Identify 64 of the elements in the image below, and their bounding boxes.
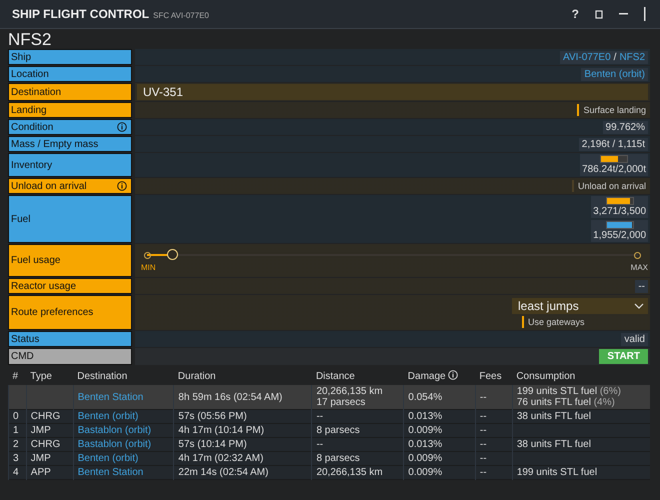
- route-row[interactable]: 4 APP Benten Station 22m 14s (02:54 AM) 20,266,135 km 0.009% -- 199 units STL fuel: [8, 466, 650, 480]
- route-row[interactable]: Benten Station 8h 59m 16s (02:54 AM) 20,266,135 km 17 parsecs 0.054% -- 199 units STL fuel (6%) 76 units FTL fuel (4%): [8, 385, 650, 410]
- link[interactable]: NFS2: [619, 52, 645, 62]
- route-row[interactable]: 1 JMP Bastablon (orbit) 4h 17m (10:14 PM) 8 parsecs 0.009% --: [8, 424, 650, 438]
- field-label: Status: [8, 331, 132, 347]
- route-dropdown[interactable]: least jumps: [512, 298, 648, 314]
- destination-link[interactable]: Bastablon (orbit): [78, 439, 152, 450]
- field-label: Destination: [8, 83, 132, 101]
- toggle[interactable]: Unload on arrival: [572, 180, 648, 192]
- field-label: Fuel usage: [8, 244, 132, 277]
- field-label: Mass / Empty mass: [8, 136, 132, 152]
- table-cell: 20,266,135 km: [312, 466, 404, 480]
- field-label: Condition: [8, 119, 132, 135]
- value-text: valid: [621, 332, 648, 346]
- destination-link[interactable]: Benten Station: [78, 392, 144, 402]
- toggle[interactable]: Use gateways: [522, 316, 648, 328]
- meter-reading: 3,271/3,500: [593, 206, 646, 217]
- value-text: --: [635, 280, 648, 292]
- field-label: Inventory: [8, 153, 132, 177]
- column-header: Type: [26, 367, 74, 385]
- column-header: Distance: [312, 367, 404, 385]
- field-label: Fuel: [8, 195, 132, 243]
- column-header: Consumption: [512, 367, 650, 385]
- table-cell: --: [475, 466, 512, 480]
- help-button[interactable]: ?: [566, 7, 585, 21]
- meter-reading: 1,955/2,000: [593, 230, 646, 241]
- table-cell: APP: [26, 466, 74, 480]
- slider-thumb[interactable]: [166, 249, 178, 260]
- value-text: 2,196t / 1,115t: [578, 138, 648, 150]
- value-text: 99.762%: [602, 120, 648, 134]
- column-header: Duration: [174, 367, 312, 385]
- table-cell: 0.009%: [404, 466, 476, 480]
- field-label: CMD: [8, 348, 132, 365]
- route-row[interactable]: 3 JMP Benten (orbit) 4h 17m (02:32 AM) 8 parsecs 0.009% --: [8, 452, 650, 466]
- window-subtitle: SFC AVI-077E0: [153, 10, 210, 20]
- meter-reading: 786.24t/2,000t: [582, 164, 646, 175]
- destination-link[interactable]: Benten Station: [78, 467, 144, 478]
- field-label: Ship: [8, 49, 132, 65]
- destination-link[interactable]: Benten (orbit): [78, 453, 138, 464]
- column-header: Fees: [475, 367, 512, 385]
- toggle[interactable]: Surface landing: [577, 104, 648, 116]
- window-title: SHIP FLIGHT CONTROL: [12, 7, 150, 21]
- field-label: Landing: [8, 102, 132, 118]
- destination-link[interactable]: Benten (orbit): [78, 411, 138, 422]
- destination-link[interactable]: Bastablon (orbit): [78, 425, 152, 436]
- link[interactable]: AVI-077E0: [563, 52, 611, 62]
- column-header: #: [8, 367, 26, 385]
- ship-heading: NFS2: [7, 29, 52, 49]
- field-label: Location: [8, 66, 132, 82]
- column-header: Damage: [404, 367, 476, 385]
- column-header: Destination: [73, 367, 174, 385]
- max-label: MAX: [630, 263, 648, 272]
- min-label: MIN: [141, 263, 156, 272]
- field-label: Route preferences: [8, 295, 132, 330]
- field-label: Unload on arrival: [8, 178, 132, 194]
- table-cell: 199 units STL fuel: [512, 466, 650, 480]
- destination-field[interactable]: UV-351: [137, 84, 648, 100]
- table-cell: 22m 14s (02:54 AM): [174, 466, 312, 480]
- route-row[interactable]: 0 CHRG Benten (orbit) 57s (05:56 PM) -- 0.013% -- 38 units FTL fuel: [8, 410, 650, 424]
- field-label: Reactor usage: [8, 278, 132, 294]
- chevron-down-icon: [634, 302, 644, 308]
- table-cell: 4: [8, 466, 26, 480]
- route-row[interactable]: 2 CHRG Bastablon (orbit) 57s (10:14 PM) -- 0.013% -- 38 units FTL fuel: [8, 438, 650, 452]
- separator: /: [614, 52, 616, 62]
